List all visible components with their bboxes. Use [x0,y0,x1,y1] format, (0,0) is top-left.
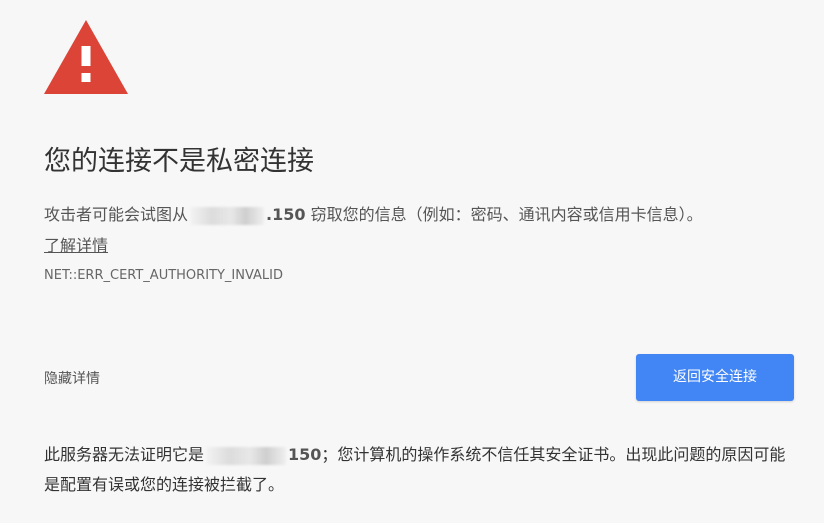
interstitial-page: 您的连接不是私密连接 攻击者可能会试图从 .150 窃取您的信息（例如：密码、通讯… [0,0,824,523]
page-title: 您的连接不是私密连接 [44,146,314,177]
details-host-suffix: 150 [288,445,322,464]
hide-details-link[interactable]: 隐藏详情 [44,368,100,390]
back-to-safety-button[interactable]: 返回安全连接 [636,354,794,401]
message-text-before: 攻击者可能会试图从 [44,205,189,224]
redacted-host [190,206,265,225]
learn-more-link[interactable]: 了解详情 [44,234,108,258]
message-text-after: 窃取您的信息（例如：密码、通讯内容或信用卡信息）。 [305,205,703,224]
error-code: NET::ERR_CERT_AUTHORITY_INVALID [44,268,284,283]
host-suffix: .150 [266,205,306,224]
details-text-before: 此服务器无法证明它是 [44,445,205,464]
warning-message: 攻击者可能会试图从 .150 窃取您的信息（例如：密码、通讯内容或信用卡信息）。 [44,203,703,227]
details-text: 此服务器无法证明它是 150；您计算机的操作系统不信任其安全证书。出现此问题的原因… [44,440,794,500]
warning-triangle-icon [44,20,128,94]
redacted-host [206,446,287,465]
